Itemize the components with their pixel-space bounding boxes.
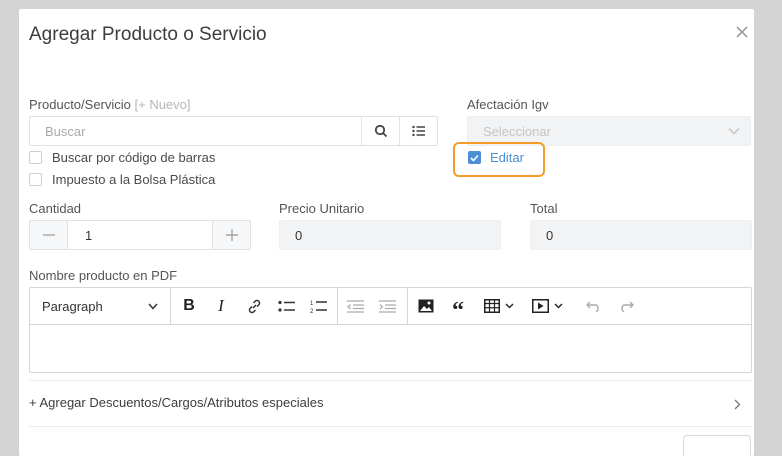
check-icon [470, 154, 479, 162]
image-icon [418, 299, 434, 313]
search-button[interactable] [361, 117, 399, 145]
blockquote-icon: “ [452, 298, 464, 324]
media-button[interactable] [526, 288, 568, 324]
producto-label-text: Producto/Servicio [29, 97, 131, 112]
list-icon [411, 125, 425, 137]
editar-checkbox[interactable] [468, 151, 481, 164]
editor-toolbar: Paragraph B I 12 “ [30, 288, 751, 325]
quantity-value[interactable]: 1 [85, 228, 92, 243]
precio-value: 0 [295, 228, 303, 243]
rich-text-editor: Paragraph B I 12 “ [29, 287, 752, 373]
descuentos-accordion[interactable]: + Agregar Descuentos/Cargos/Atributos es… [29, 395, 323, 410]
cantidad-label: Cantidad [29, 201, 82, 216]
table-icon [484, 299, 500, 313]
close-icon[interactable] [735, 25, 749, 39]
indent-button[interactable] [374, 288, 400, 324]
total-label: Total [530, 201, 558, 216]
chevron-down-icon [554, 303, 562, 309]
total-field[interactable]: 0 [530, 220, 752, 250]
search-input[interactable] [30, 117, 361, 145]
editar-checkbox-row[interactable]: Editar [468, 150, 524, 165]
chevron-down-icon [505, 303, 514, 309]
image-button[interactable] [413, 288, 439, 324]
producto-label: Producto/Servicio [+ Nuevo] [29, 97, 191, 112]
plus-icon [225, 229, 238, 241]
total-value: 0 [546, 228, 554, 243]
numbered-list-button[interactable]: 12 [305, 288, 331, 324]
italic-icon: I [218, 296, 224, 315]
link-button[interactable] [241, 288, 267, 324]
outdent-button[interactable] [342, 288, 368, 324]
bulleted-list-icon [277, 300, 295, 312]
bold-icon: B [183, 297, 195, 314]
search-icon [374, 124, 387, 138]
paragraph-dropdown[interactable]: Paragraph [30, 288, 170, 324]
numbered-list-icon: 12 [310, 301, 327, 314]
increment-button[interactable] [212, 221, 250, 249]
media-icon [531, 299, 549, 313]
precio-label: Precio Unitario [279, 201, 365, 216]
editor-content[interactable] [30, 325, 751, 372]
bolsa-label: Impuesto a la Bolsa Plástica [52, 172, 216, 187]
afectacion-placeholder: Seleccionar [483, 124, 551, 139]
modal-title: Agregar Producto o Servicio [29, 24, 267, 45]
svg-text:1: 1 [310, 301, 314, 307]
nuevo-link[interactable]: [+ Nuevo] [135, 97, 191, 112]
barcode-checkbox-row[interactable]: Buscar por código de barras [29, 150, 215, 165]
divider [29, 426, 752, 427]
afectacion-label: Afectación Igv [467, 97, 549, 112]
divider [29, 380, 752, 381]
barcode-checkbox[interactable] [29, 151, 42, 164]
product-search [29, 116, 438, 146]
link-icon [248, 299, 260, 313]
modal-dialog: Agregar Producto o Servicio Producto/Ser… [19, 9, 754, 456]
list-button[interactable] [399, 117, 437, 145]
chevron-down-icon [148, 303, 158, 310]
svg-text:2: 2 [310, 309, 314, 314]
italic-button[interactable]: I [208, 288, 234, 324]
editar-label: Editar [490, 150, 524, 165]
quantity-stepper: 1 [29, 220, 251, 250]
bolsa-checkbox[interactable] [29, 173, 42, 186]
minus-icon [42, 234, 55, 236]
blockquote-button[interactable]: “ [445, 288, 471, 324]
indent-icon [378, 299, 396, 313]
editor-label: Nombre producto en PDF [29, 268, 178, 283]
redo-icon [621, 301, 634, 312]
undo-icon [586, 301, 599, 312]
chevron-down-icon [728, 128, 740, 135]
outdent-icon [346, 299, 364, 313]
footer-button[interactable] [683, 435, 751, 456]
chevron-right-icon[interactable] [734, 399, 741, 410]
undo-button[interactable] [581, 288, 607, 324]
decrement-button[interactable] [30, 221, 68, 249]
bold-button[interactable]: B [176, 288, 202, 324]
redo-button[interactable] [613, 288, 639, 324]
precio-field[interactable]: 0 [279, 220, 501, 250]
barcode-label: Buscar por código de barras [52, 150, 216, 165]
paragraph-label: Paragraph [42, 299, 103, 314]
bulleted-list-button[interactable] [273, 288, 299, 324]
table-button[interactable] [478, 288, 520, 324]
bolsa-checkbox-row[interactable]: Impuesto a la Bolsa Plástica [29, 172, 215, 187]
